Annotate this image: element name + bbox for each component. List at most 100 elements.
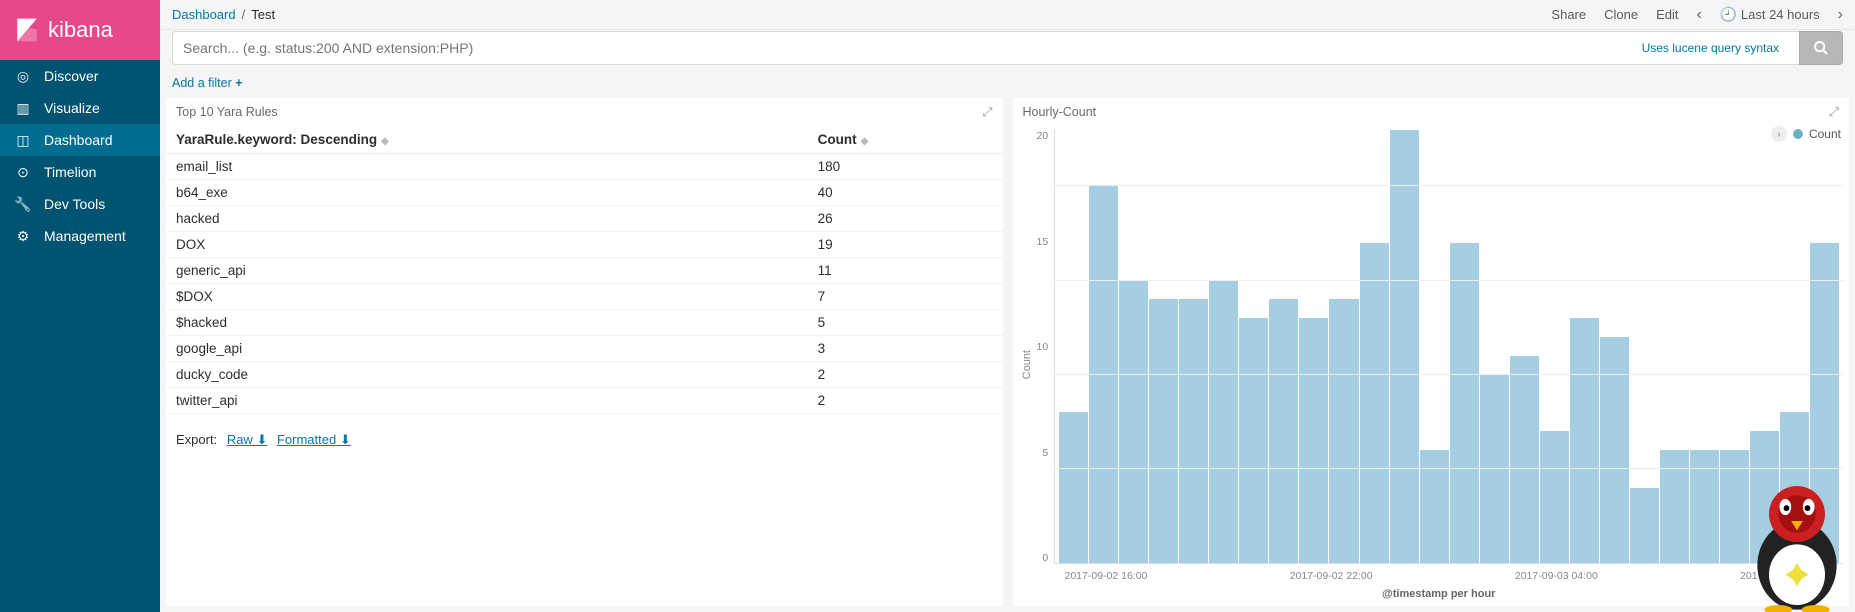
bar[interactable] <box>1119 281 1148 563</box>
time-prev-icon[interactable]: ‹ <box>1697 6 1702 24</box>
cell-rule: email_list <box>166 154 808 180</box>
bar[interactable] <box>1329 299 1358 563</box>
cell-count: 11 <box>808 258 1003 284</box>
management-icon: ⚙ <box>14 228 32 245</box>
export-formatted-link[interactable]: Formatted ⬇ <box>277 432 351 447</box>
clone-button[interactable]: Clone <box>1604 7 1638 22</box>
breadcrumb-root[interactable]: Dashboard <box>172 7 236 22</box>
table-row[interactable]: $DOX7 <box>166 284 1003 310</box>
bar[interactable] <box>1149 299 1178 563</box>
bar[interactable] <box>1750 431 1779 563</box>
sidebar-item-management[interactable]: ⚙ Management <box>0 220 160 252</box>
sidebar-item-visualize[interactable]: ▥ Visualize <box>0 92 160 124</box>
export-label: Export: <box>176 432 217 447</box>
timelion-icon: ⊙ <box>14 164 32 181</box>
search-syntax-hint[interactable]: Uses lucene query syntax <box>1632 41 1789 55</box>
add-filter-button[interactable]: Add a filter + <box>172 76 243 90</box>
bars-frame[interactable] <box>1054 130 1843 564</box>
sidebar-item-dashboard[interactable]: ◫Dashboard <box>0 124 160 156</box>
share-button[interactable]: Share <box>1551 7 1586 22</box>
bar[interactable] <box>1600 337 1629 563</box>
nav-list: ◎Discover ▥ Visualize ◫Dashboard ⊙ Timelion 🔧D… <box>0 60 160 252</box>
expand-icon[interactable]: ⤢ <box>982 105 992 120</box>
bar[interactable] <box>1780 412 1809 563</box>
table-row[interactable]: generic_api11 <box>166 258 1003 284</box>
bar[interactable] <box>1630 488 1659 563</box>
cell-count: 5 <box>808 310 1003 336</box>
cell-rule: b64_exe <box>166 180 808 206</box>
breadcrumb-current: Test <box>251 7 275 22</box>
sidebar-item-timelion[interactable]: ⊙ Timelion <box>0 156 160 188</box>
sort-icon: ◆ <box>381 136 389 147</box>
bar[interactable] <box>1480 375 1509 563</box>
bar[interactable] <box>1239 318 1268 563</box>
dev tools-icon: 🔧 <box>14 196 32 213</box>
topbar-actions: Share Clone Edit ‹ 🕘 Last 24 hours › <box>1551 6 1843 24</box>
plus-icon: + <box>235 76 242 90</box>
yara-table: YaraRule.keyword: Descending◆ Count◆ ema… <box>166 126 1003 414</box>
search-input[interactable] <box>183 40 1632 56</box>
bar[interactable] <box>1450 243 1479 563</box>
bar[interactable] <box>1179 299 1208 563</box>
clock-icon: 🕘 <box>1720 6 1737 22</box>
export-raw-link[interactable]: Raw ⬇ <box>227 432 268 447</box>
chart-area: › Count Count 20151050 <box>1013 126 1850 606</box>
panel-top-yara-rules: Top 10 Yara Rules ⤢ YaraRule.keyword: De… <box>166 98 1003 606</box>
table-row[interactable]: ducky_code2 <box>166 362 1003 388</box>
time-next-icon[interactable]: › <box>1838 6 1843 24</box>
bar[interactable] <box>1360 243 1389 563</box>
bar[interactable] <box>1570 318 1599 563</box>
x-ticks: 2017-09-02 16:002017-09-02 22:002017-09-… <box>1035 564 1844 582</box>
col-count-header[interactable]: Count◆ <box>808 126 1003 154</box>
cell-count: 26 <box>808 206 1003 232</box>
bar[interactable] <box>1059 412 1088 563</box>
topbar: Dashboard / Test Share Clone Edit ‹ 🕘 La… <box>160 0 1855 30</box>
table-row[interactable]: b64_exe40 <box>166 180 1003 206</box>
brand-name: kibana <box>48 17 113 43</box>
sidebar-item-label: Visualize <box>44 100 100 116</box>
bar[interactable] <box>1540 431 1569 563</box>
cell-rule: twitter_api <box>166 388 808 414</box>
table-row[interactable]: twitter_api2 <box>166 388 1003 414</box>
kibana-logo-icon <box>14 17 40 43</box>
breadcrumb-sep: / <box>242 7 246 22</box>
bar[interactable] <box>1299 318 1328 563</box>
cell-rule: generic_api <box>166 258 808 284</box>
y-ticks: 20151050 <box>1035 130 1055 564</box>
table-row[interactable]: DOX19 <box>166 232 1003 258</box>
cell-count: 40 <box>808 180 1003 206</box>
table-row[interactable]: $hacked5 <box>166 310 1003 336</box>
table-row[interactable]: google_api3 <box>166 336 1003 362</box>
table-row[interactable]: email_list180 <box>166 154 1003 180</box>
cell-count: 3 <box>808 336 1003 362</box>
cell-count: 2 <box>808 388 1003 414</box>
sidebar: kibana ◎Discover ▥ Visualize ◫Dashboard ⊙ Tim… <box>0 0 160 612</box>
panel-title: Top 10 Yara Rules <box>176 105 278 119</box>
bar[interactable] <box>1209 281 1238 563</box>
x-axis-label: @timestamp per hour <box>1035 582 1844 600</box>
edit-button[interactable]: Edit <box>1656 7 1678 22</box>
panel-hourly-count: Hourly-Count ⤢ › Count Count 20151050 <box>1013 98 1850 606</box>
bar[interactable] <box>1269 299 1298 563</box>
cell-rule: $DOX <box>166 284 808 310</box>
search-button[interactable] <box>1799 31 1843 65</box>
time-range-picker[interactable]: 🕘 Last 24 hours <box>1720 6 1820 23</box>
sidebar-item-discover[interactable]: ◎Discover <box>0 60 160 92</box>
export-row: Export: Raw ⬇ Formatted ⬇ <box>166 414 1003 454</box>
expand-icon[interactable]: ⤢ <box>1829 105 1839 120</box>
discover-icon: ◎ <box>14 68 32 85</box>
bar[interactable] <box>1510 356 1539 563</box>
bar[interactable] <box>1810 243 1839 563</box>
filter-bar: Add a filter + <box>160 74 1855 98</box>
y-axis-label: Count <box>1019 350 1035 379</box>
sidebar-item-dev-tools[interactable]: 🔧Dev Tools <box>0 188 160 220</box>
cell-rule: google_api <box>166 336 808 362</box>
breadcrumb: Dashboard / Test <box>172 7 275 22</box>
sidebar-item-label: Timelion <box>44 164 96 180</box>
table-row[interactable]: hacked26 <box>166 206 1003 232</box>
sidebar-item-label: Management <box>44 228 126 244</box>
col-rule-header[interactable]: YaraRule.keyword: Descending◆ <box>166 126 808 154</box>
visualize-icon: ▥ <box>14 100 32 117</box>
bar[interactable] <box>1390 130 1419 563</box>
time-range-label: Last 24 hours <box>1741 7 1820 22</box>
